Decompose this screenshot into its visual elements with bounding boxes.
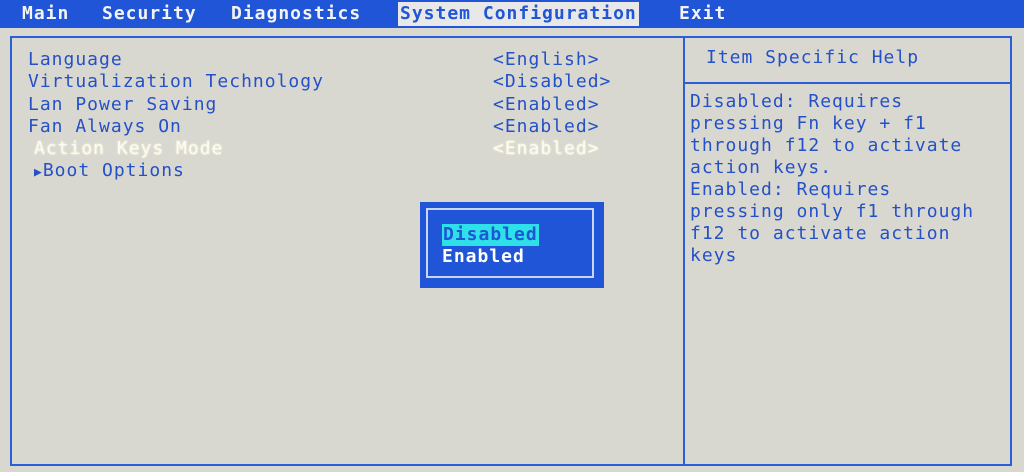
popup-option-enabled[interactable]: Enabled [442,246,525,268]
help-line: Enabled: Requires [690,179,892,200]
help-line: pressing only f1 through [690,201,975,222]
help-title-rule [685,82,1010,84]
tab-diagnostics[interactable]: Diagnostics [231,2,361,26]
help-title: Item Specific Help [706,47,920,68]
setting-label: Fan Always On [28,116,182,137]
setting-label: Boot Options [42,160,185,181]
setting-virtualization-technology[interactable]: Virtualization Technology <Disabled> [0,71,680,93]
setting-fan-always-on[interactable]: Fan Always On <Enabled> [0,116,680,138]
setting-language[interactable]: Language <English> [0,49,680,71]
help-line: action keys. [690,157,833,178]
popup-option-disabled[interactable]: Disabled [442,224,539,246]
option-popup: Disabled Enabled [420,202,604,288]
setting-value[interactable]: <English> [493,49,600,71]
tab-security[interactable]: Security [102,2,197,26]
bios-screen: Main Security Diagnostics System Configu… [0,0,1024,472]
triangle-right-icon: ▶ [34,165,43,180]
setting-label: Action Keys Mode [34,138,224,159]
setting-action-keys-mode[interactable]: Action Keys Mode <Enabled> [0,138,680,160]
setting-value[interactable]: <Enabled> [493,116,600,138]
menu-bar: Main Security Diagnostics System Configu… [0,0,1024,28]
setting-boot-options[interactable]: ▶Boot Options [0,160,680,182]
setting-label: Language [28,49,123,70]
panel-divider [683,36,685,466]
submenu-entry[interactable]: ▶Boot Options [34,160,185,184]
help-line: f12 to activate action [690,223,951,244]
help-line: Disabled: Requires [690,91,904,112]
tab-system-configuration[interactable]: System Configuration [398,2,639,26]
setting-label: Lan Power Saving [28,94,218,115]
tab-exit[interactable]: Exit [679,2,726,26]
help-line: through f12 to activate [690,135,963,156]
setting-value[interactable]: <Disabled> [493,71,611,93]
help-line: pressing Fn key + f1 [690,113,927,134]
setting-value[interactable]: <Enabled> [493,94,600,116]
setting-label: Virtualization Technology [28,71,324,92]
setting-lan-power-saving[interactable]: Lan Power Saving <Enabled> [0,94,680,116]
tab-main[interactable]: Main [22,2,69,26]
help-line: keys [690,245,738,266]
setting-value[interactable]: <Enabled> [493,138,600,160]
